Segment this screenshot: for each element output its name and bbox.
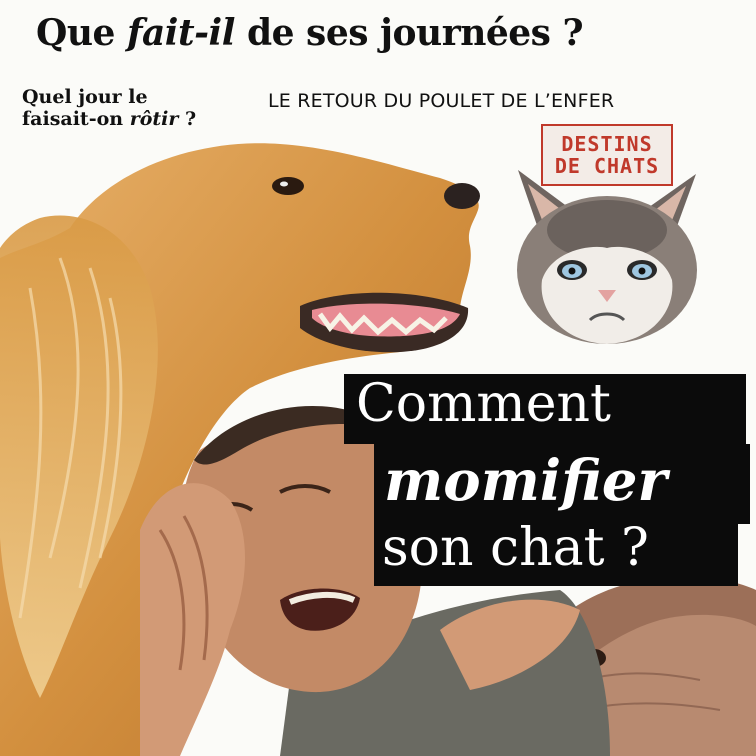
stamp-line-2: DE CHATS [554, 154, 660, 178]
destins-de-chats-stamp: DESTINS DE CHATS [541, 124, 673, 186]
grumpy-cat-image [517, 170, 697, 344]
headline-pre: Que [36, 12, 127, 54]
question-line-1: Quel jour le [22, 86, 148, 108]
question-line-2-pre: faisait-on [22, 108, 130, 130]
headline-emphasis: fait-il [126, 12, 235, 54]
question-line-2-post: ? [178, 108, 197, 130]
comment-line-1: Comment [356, 374, 611, 434]
question-line-2-emphasis: rôtir [129, 108, 179, 130]
headline-post: de ses journées ? [234, 12, 584, 54]
comment-line-2: momifier [384, 448, 667, 514]
question-line-2: faisait-on rôtir ? [22, 108, 242, 130]
collage-page: Que fait-il de ses journées ? Quel jour … [0, 0, 756, 756]
question-text: Quel jour le faisait-on rôtir ? [22, 86, 242, 130]
headline: Que fait-il de ses journées ? [36, 12, 584, 54]
comment-line-3: son chat ? [382, 518, 649, 578]
stamp-line-1: DESTINS [561, 132, 653, 156]
retour-text: LE RETOUR DU POULET DE L’ENFER [268, 90, 615, 112]
